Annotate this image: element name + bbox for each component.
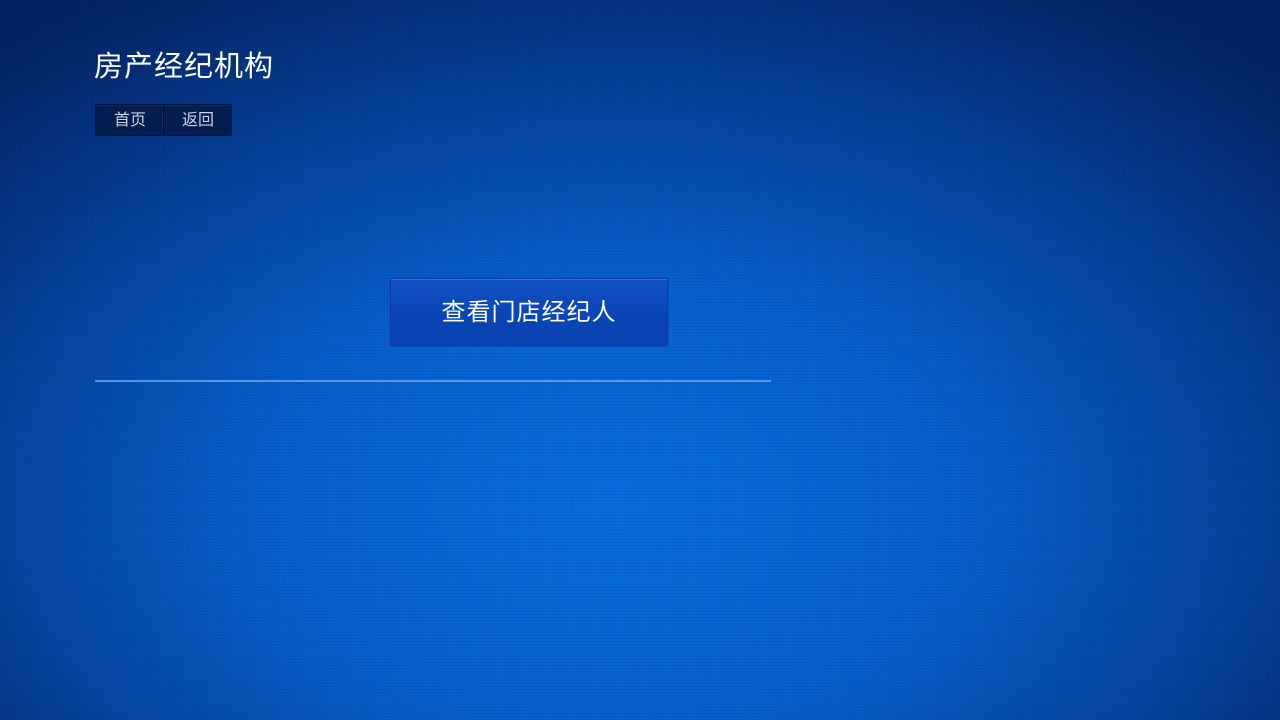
back-button[interactable]: 返回	[163, 105, 231, 135]
home-button[interactable]: 首页	[96, 105, 163, 135]
page-title: 房产经纪机构	[94, 49, 275, 83]
nav-bar: 首页 返回	[95, 104, 233, 136]
view-store-agents-button[interactable]: 查看门店经纪人	[390, 278, 668, 346]
divider	[95, 380, 771, 382]
